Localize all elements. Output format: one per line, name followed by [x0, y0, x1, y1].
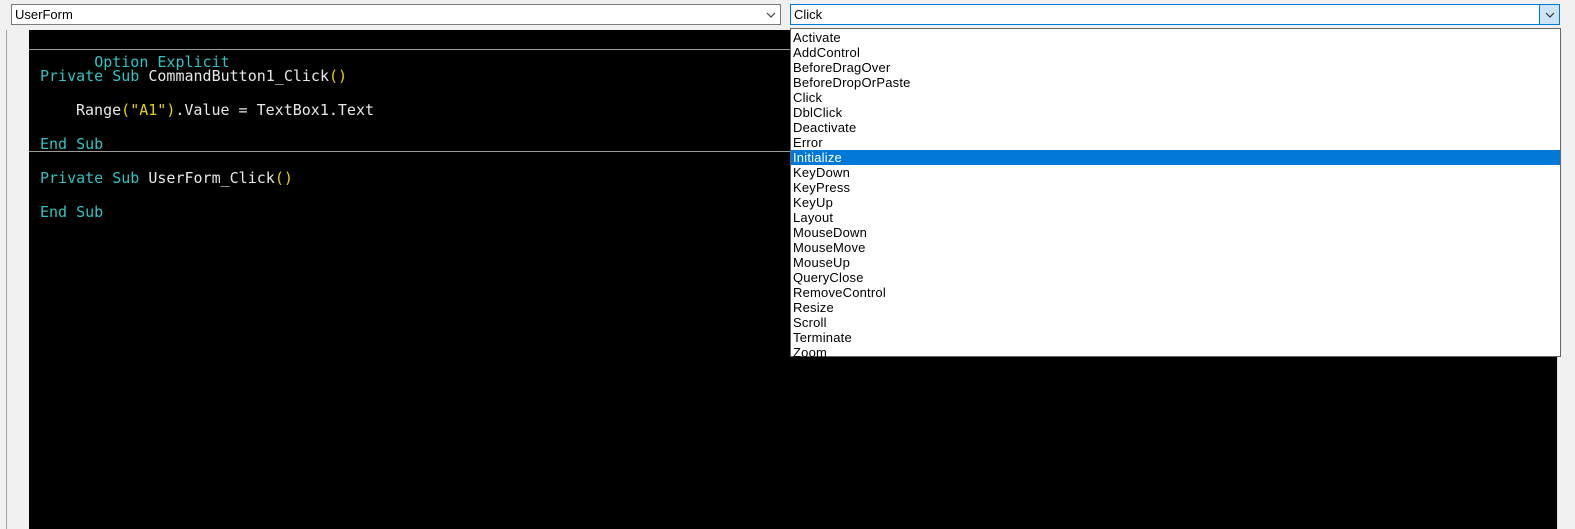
- dropdown-item[interactable]: Activate: [791, 30, 1560, 45]
- dropdown-item[interactable]: Error: [791, 135, 1560, 150]
- paren: (): [274, 169, 293, 187]
- object-combo[interactable]: UserForm: [11, 4, 781, 25]
- code-line-sub-header[interactable]: Private Sub UserForm_Click(): [40, 168, 293, 188]
- dropdown-item[interactable]: AddControl: [791, 45, 1560, 60]
- keyword: Private: [40, 169, 104, 187]
- paren: (): [329, 67, 348, 85]
- dropdown-item[interactable]: Scroll: [791, 315, 1560, 330]
- paren: ): [166, 101, 176, 119]
- dropdown-item[interactable]: BeforeDragOver: [791, 60, 1560, 75]
- dropdown-item[interactable]: Initialize: [791, 150, 1560, 165]
- object-combo-value: UserForm: [15, 7, 73, 22]
- dropdown-item[interactable]: KeyUp: [791, 195, 1560, 210]
- procedure-name: CommandButton1_Click: [148, 67, 329, 85]
- dropdown-item[interactable]: MouseUp: [791, 255, 1560, 270]
- gutter-divider: [6, 30, 7, 529]
- vba-code-window: UserForm Click Option Explicit Private S…: [0, 0, 1575, 529]
- code-line-end-sub[interactable]: End Sub: [40, 202, 103, 222]
- dropdown-item[interactable]: Deactivate: [791, 120, 1560, 135]
- dropdown-item[interactable]: Terminate: [791, 330, 1560, 345]
- procedure-combo-value: Click: [794, 7, 823, 22]
- procedure-dropdown-list[interactable]: Activate AddControl BeforeDragOver BeforeDr…: [790, 28, 1561, 360]
- dropdown-item[interactable]: DblClick: [791, 105, 1560, 120]
- chevron-down-icon[interactable]: [761, 5, 780, 24]
- keyword: Sub: [112, 67, 140, 85]
- identifier: Range: [76, 101, 122, 119]
- code-line-body[interactable]: Range("A1").Value = TextBox1.Text: [76, 100, 374, 120]
- dropdown-item[interactable]: Layout: [791, 210, 1560, 225]
- string-literal: "A1": [130, 101, 167, 119]
- dropdown-item[interactable]: KeyPress: [791, 180, 1560, 195]
- margin-indicator-bar[interactable]: [0, 30, 29, 529]
- dropdown-item[interactable]: Resize: [791, 300, 1560, 315]
- dropdown-item[interactable]: Click: [791, 90, 1560, 105]
- keyword: Private: [40, 67, 104, 85]
- paren: (: [121, 101, 131, 119]
- dropdown-item[interactable]: QueryClose: [791, 270, 1560, 285]
- dropdown-item[interactable]: KeyDown: [791, 165, 1560, 180]
- code-line-sub-header[interactable]: Private Sub CommandButton1_Click(): [40, 66, 347, 86]
- dropdown-item[interactable]: BeforeDropOrPaste: [791, 75, 1560, 90]
- dropdown-item[interactable]: RemoveControl: [791, 285, 1560, 300]
- dropdown-item[interactable]: Zoom: [791, 345, 1560, 360]
- procedure-name: UserForm_Click: [148, 169, 275, 187]
- identifier: .Value = TextBox1.Text: [175, 101, 375, 119]
- dropdown-item[interactable]: MouseDown: [791, 225, 1560, 240]
- chevron-down-icon[interactable]: [1539, 5, 1559, 24]
- keyword: End Sub: [40, 203, 104, 221]
- procedure-combo[interactable]: Click: [790, 4, 1560, 25]
- dropdown-item[interactable]: MouseMove: [791, 240, 1560, 255]
- keyword: Sub: [112, 169, 140, 187]
